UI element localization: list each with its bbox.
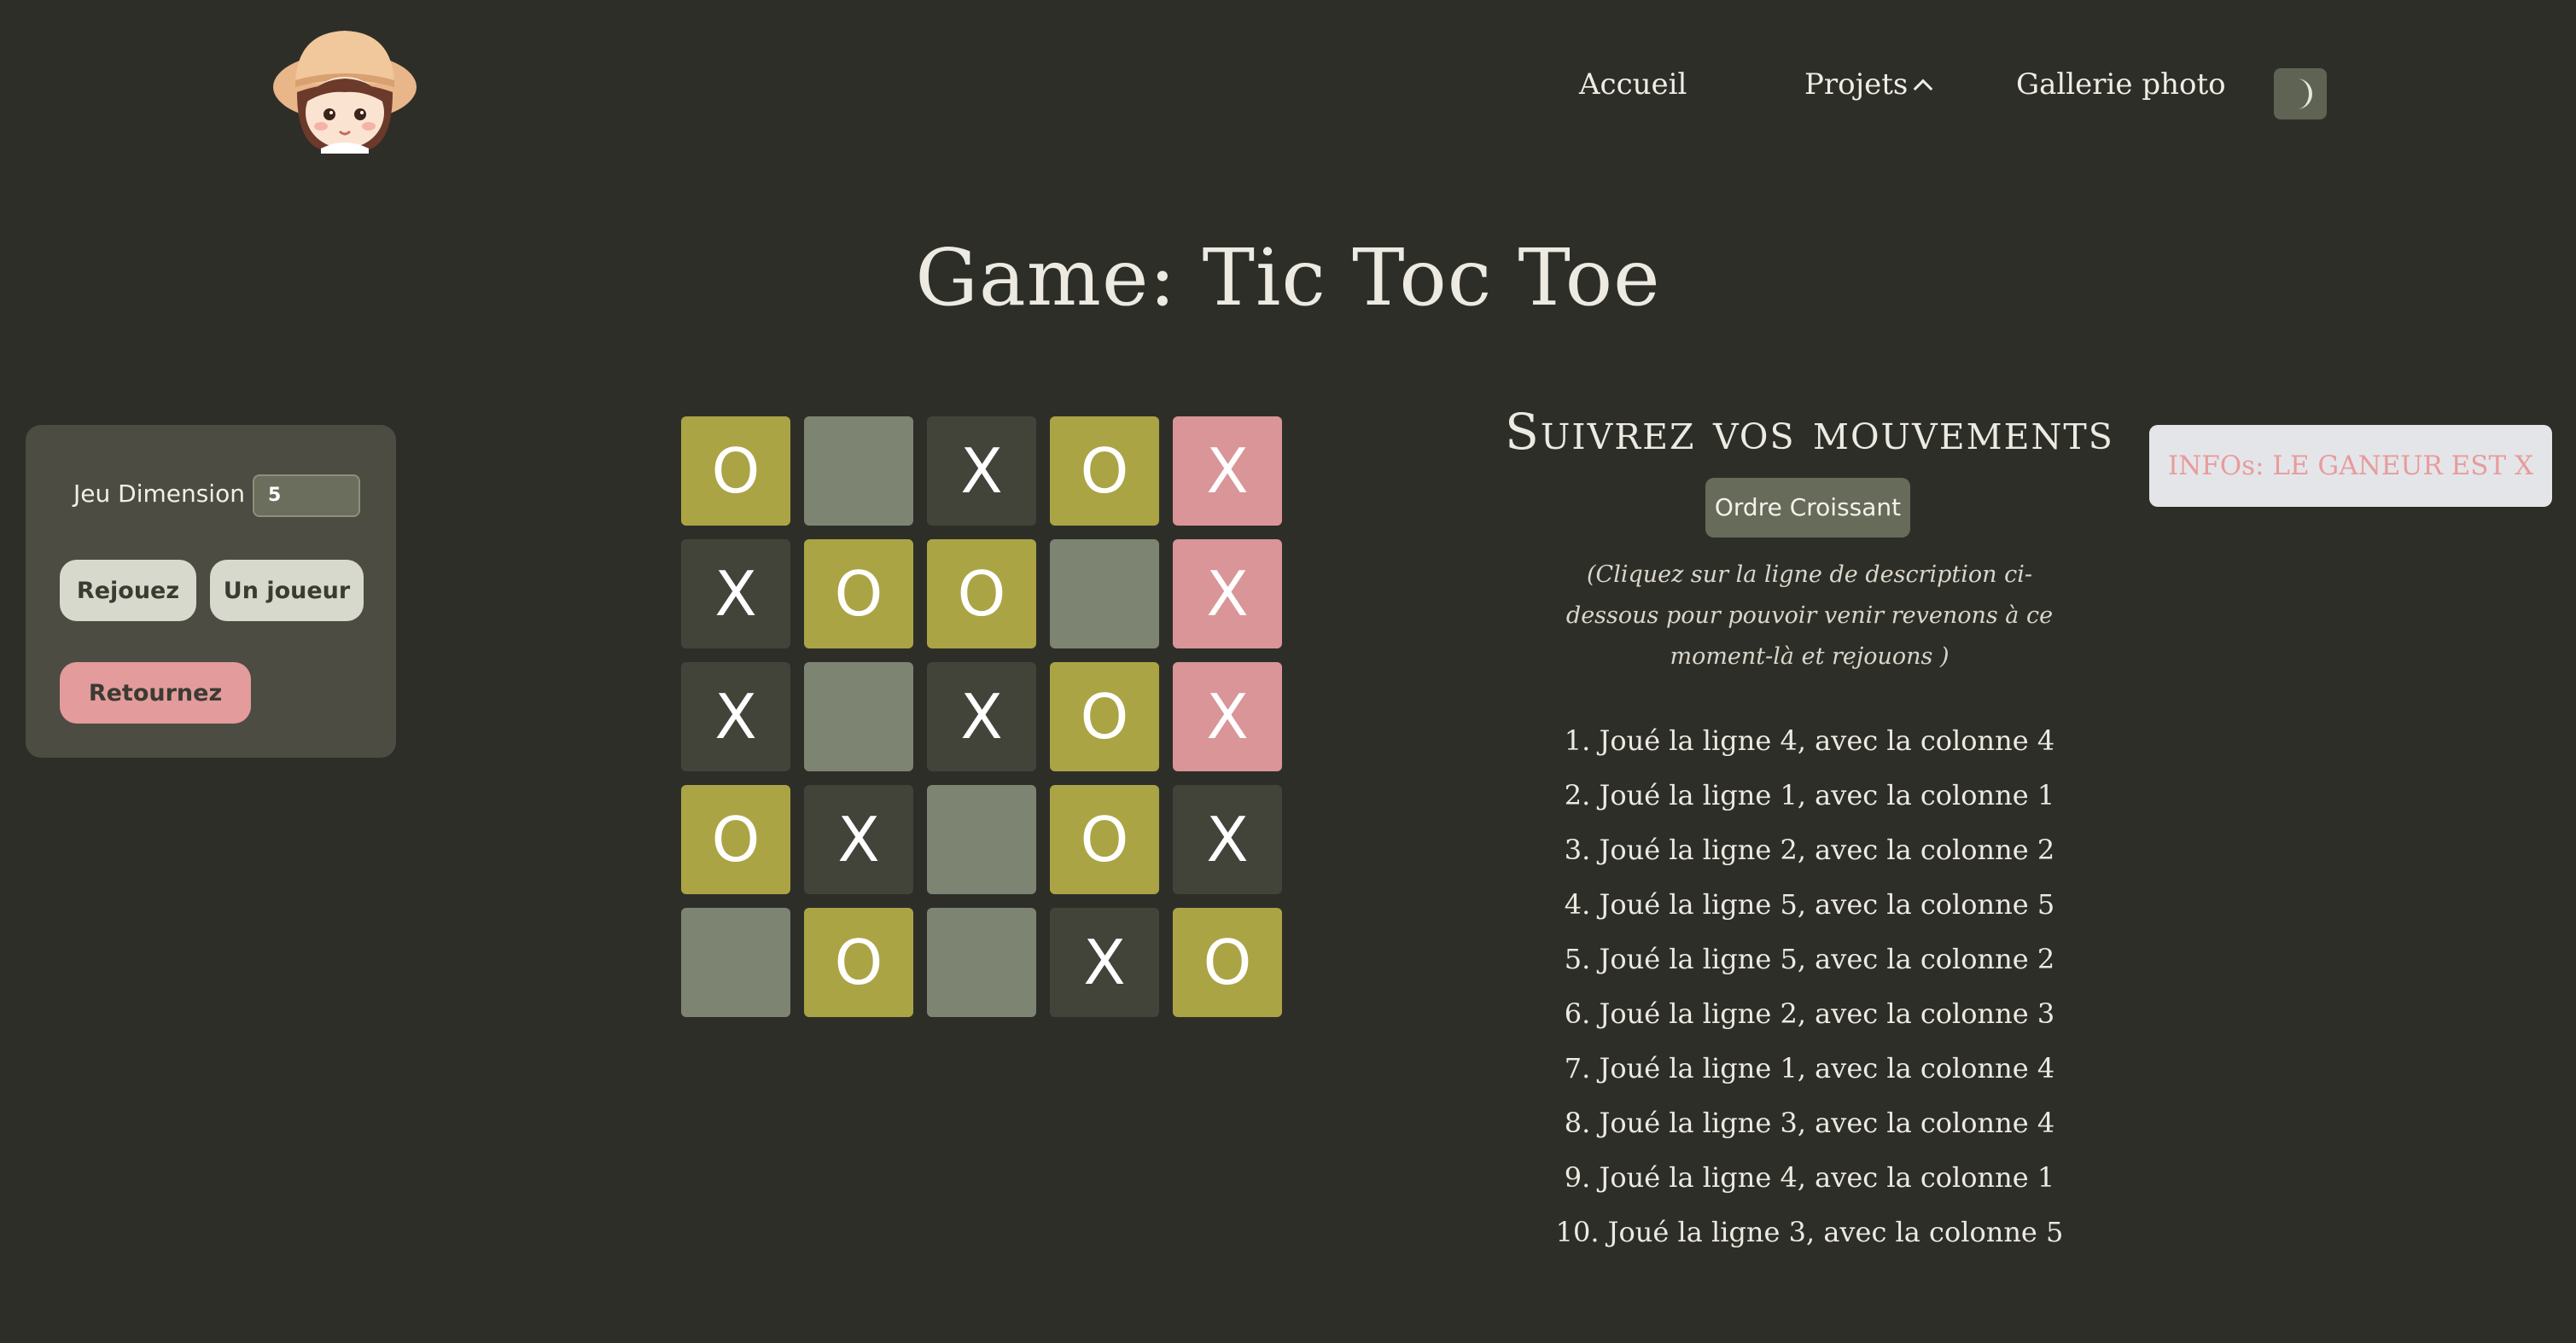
board-cell[interactable]: O: [681, 416, 790, 526]
move-item[interactable]: 6. Joué la ligne 2, avec la colonne 3: [1494, 986, 2125, 1041]
board-cell[interactable]: X: [1050, 908, 1159, 1017]
board-cell[interactable]: O: [1050, 416, 1159, 526]
board-cell[interactable]: O: [927, 539, 1036, 648]
info-box: INFOs: LE GANEUR EST X: [2149, 425, 2552, 507]
moves-title: Suivrez vos mouvements: [1505, 403, 2114, 461]
board-cell[interactable]: [804, 662, 913, 771]
board-cell[interactable]: O: [804, 908, 913, 1017]
board-cell[interactable]: X: [1173, 539, 1282, 648]
board-cell[interactable]: O: [1173, 908, 1282, 1017]
nav-gallerie-photo[interactable]: Gallerie photo: [2016, 70, 2226, 99]
board-cell[interactable]: [927, 908, 1036, 1017]
page-title: Game: Tic Toc Toe: [915, 232, 1661, 323]
info-text: INFOs: LE GANEUR EST X: [2167, 451, 2534, 481]
retournez-button[interactable]: Retournez: [60, 662, 251, 724]
page: Accueil Projets Gallerie photo Game: Tic…: [0, 0, 2576, 1343]
board-cell[interactable]: X: [1173, 785, 1282, 894]
board-cell[interactable]: [804, 416, 913, 526]
board-cell[interactable]: O: [1050, 785, 1159, 894]
moon-icon: [2297, 78, 2312, 109]
board-cell[interactable]: X: [927, 662, 1036, 771]
un-joueur-button[interactable]: Un joueur: [210, 560, 364, 621]
move-item[interactable]: 7. Joué la ligne 1, avec la colonne 4: [1494, 1041, 2125, 1096]
move-item[interactable]: 10. Joué la ligne 3, avec la colonne 5: [1494, 1205, 2125, 1259]
nav-projets[interactable]: Projets: [1804, 67, 1933, 102]
nav-accueil-label: Accueil: [1579, 67, 1687, 102]
control-panel: Jeu Dimension 5 Rejouez Un joueur Retour…: [26, 425, 396, 758]
chevron-up-icon: [1914, 78, 1933, 99]
move-item[interactable]: 5. Joué la ligne 5, avec la colonne 2: [1494, 932, 2125, 986]
board-cell[interactable]: O: [1050, 662, 1159, 771]
board-cell[interactable]: O: [681, 785, 790, 894]
board-cell[interactable]: [681, 908, 790, 1017]
move-item[interactable]: 8. Joué la ligne 3, avec la colonne 4: [1494, 1096, 2125, 1150]
board-cell[interactable]: O: [804, 539, 913, 648]
move-item[interactable]: 9. Joué la ligne 4, avec la colonne 1: [1494, 1150, 2125, 1205]
moves-list: 1. Joué la ligne 4, avec la colonne 4 2. …: [1494, 713, 2125, 1259]
nav-gallerie-label: Gallerie photo: [2016, 67, 2226, 102]
move-item[interactable]: 4. Joué la ligne 5, avec la colonne 5: [1494, 877, 2125, 932]
avatar[interactable]: [271, 24, 418, 154]
board-cell[interactable]: [927, 785, 1036, 894]
board-cell[interactable]: X: [681, 539, 790, 648]
board-cell[interactable]: X: [927, 416, 1036, 526]
theme-toggle-button[interactable]: [2274, 68, 2327, 119]
move-item[interactable]: 2. Joué la ligne 1, avec la colonne 1: [1494, 768, 2125, 823]
move-item[interactable]: 1. Joué la ligne 4, avec la colonne 4: [1494, 713, 2125, 768]
rejouez-button[interactable]: Rejouez: [60, 560, 196, 621]
board-cell[interactable]: X: [681, 662, 790, 771]
board-cell[interactable]: X: [1173, 416, 1282, 526]
board-cell[interactable]: X: [1173, 662, 1282, 771]
dimension-label: Jeu Dimension: [73, 480, 245, 508]
move-item[interactable]: 3. Joué la ligne 2, avec la colonne 2: [1494, 823, 2125, 877]
moves-hint: (Cliquez sur la ligne de description ci-…: [1565, 561, 2054, 670]
game-board: OXOXXOOXXXOXOXOXOXO: [681, 416, 1282, 1017]
board-cell[interactable]: [1050, 539, 1159, 648]
board-cell[interactable]: X: [804, 785, 913, 894]
nav-projets-label: Projets: [1804, 67, 1909, 102]
dimension-input[interactable]: 5: [253, 474, 360, 517]
nav-accueil[interactable]: Accueil: [1579, 70, 1687, 99]
order-toggle-button[interactable]: Ordre Croissant: [1705, 478, 1910, 538]
